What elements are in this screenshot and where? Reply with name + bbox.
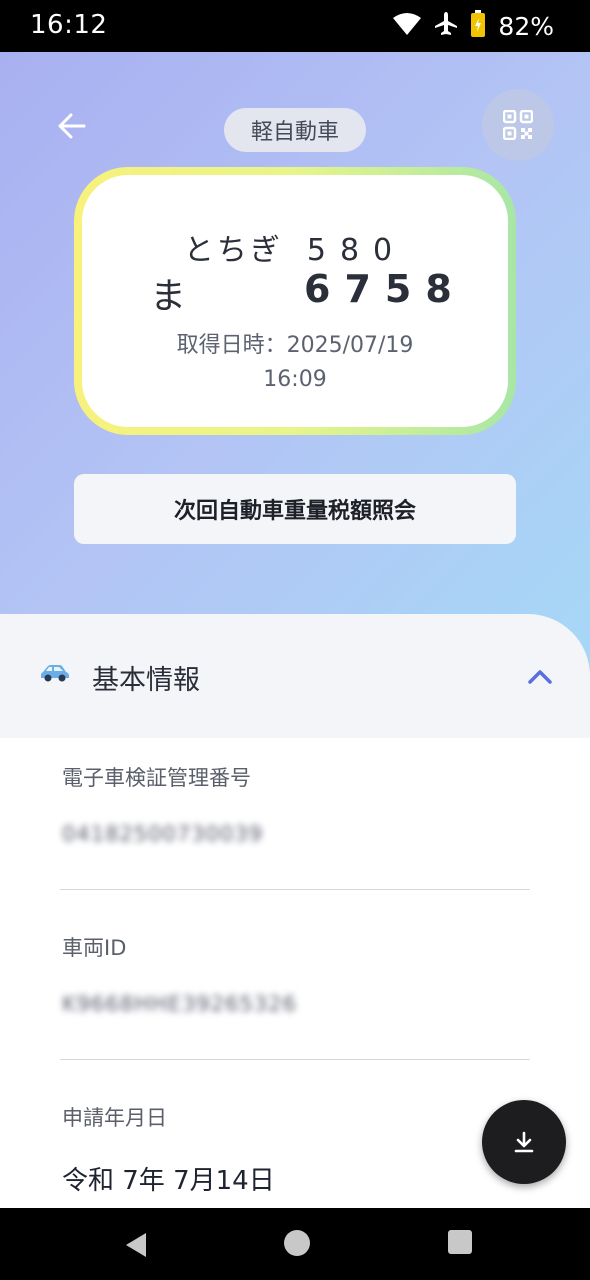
back-button[interactable] [52, 106, 92, 146]
weight-tax-inquiry-button[interactable]: 次回自動車重量税額照会 [74, 474, 516, 544]
basic-info-section-header[interactable]: 基本情報 [0, 614, 590, 738]
field-application-date: 申請年月日 令和 7年 7月14日 [62, 1102, 530, 1197]
field-inspection-certificate-number: 電子車検証管理番号 04182500730039 [62, 762, 530, 846]
chevron-up-icon[interactable] [526, 666, 554, 686]
nav-home-icon[interactable] [284, 1230, 310, 1256]
status-icons: 82% [392, 10, 554, 42]
plate-number: 6758 [304, 267, 466, 311]
battery-percent: 82% [498, 11, 554, 41]
arrow-left-icon [58, 113, 86, 139]
nav-back-icon[interactable] [122, 1230, 152, 1260]
divider [60, 889, 530, 890]
download-icon [514, 1131, 534, 1153]
download-button[interactable] [482, 1100, 566, 1184]
vehicle-type-chip: 軽自動車 [224, 108, 366, 152]
car-icon [40, 663, 70, 687]
battery-charging-icon [470, 10, 486, 42]
airplane-icon [434, 11, 458, 41]
plate-acquired-datetime: 取得日時：2025/07/19 16:09 [82, 329, 508, 397]
acquired-date: 取得日時：2025/07/19 [176, 333, 414, 358]
qr-code-button[interactable] [482, 89, 554, 161]
acquired-time: 16:09 [263, 367, 327, 392]
qr-code-icon [503, 110, 533, 140]
field-value-redacted: 04182500730039 [62, 822, 264, 846]
plate-hiragana: ま [150, 276, 187, 317]
app-screen: 軽自動車 とちぎ 580 ま 6758 取得日時：2025/07/19 16:0… [0, 52, 590, 1208]
field-label: 車両ID [62, 936, 127, 960]
status-time: 16:12 [30, 10, 108, 40]
plate-class-number: 580 [306, 233, 407, 268]
section-title: 基本情報 [92, 665, 200, 696]
status-bar: 16:12 82% [0, 0, 590, 52]
field-vehicle-id: 車両ID K9668HHE39265326 [62, 932, 530, 1016]
wifi-icon [392, 12, 422, 40]
license-plate-face: とちぎ 580 ま 6758 取得日時：2025/07/19 16:09 [82, 175, 508, 427]
field-label: 電子車検証管理番号 [62, 766, 251, 790]
license-plate-card: とちぎ 580 ま 6758 取得日時：2025/07/19 16:09 [74, 167, 516, 435]
plate-region: とちぎ [183, 233, 283, 268]
nav-recents-icon[interactable] [448, 1230, 472, 1254]
divider [60, 1059, 530, 1060]
plate-top-line: とちぎ 580 [82, 225, 508, 269]
plate-main-line: ま 6758 [82, 267, 508, 317]
field-value-redacted: K9668HHE39265326 [62, 992, 297, 1016]
field-label: 申請年月日 [62, 1106, 167, 1130]
field-value: 令和 7年 7月14日 [62, 1166, 275, 1196]
system-nav-bar [0, 1208, 590, 1280]
